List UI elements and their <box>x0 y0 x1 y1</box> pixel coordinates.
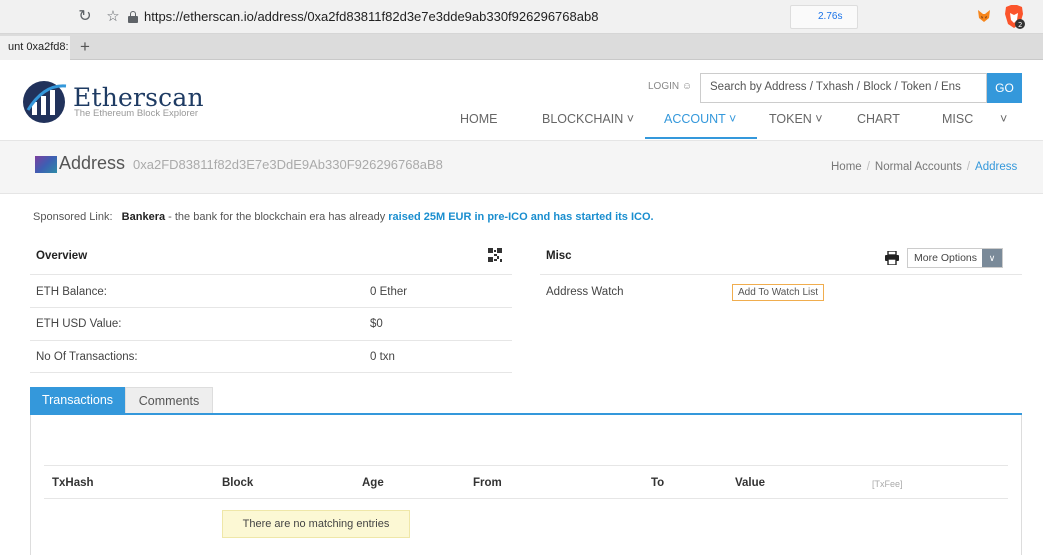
tx-count-label: No Of Transactions: <box>36 351 138 363</box>
brave-lion-icon[interactable]: 2 <box>1003 4 1025 30</box>
user-icon: ☺ <box>681 81 693 92</box>
more-options-dropdown[interactable]: More Options ∨ <box>907 248 1003 268</box>
overview-divider <box>30 274 512 275</box>
lock-icon <box>128 11 138 23</box>
row-divider <box>30 307 512 308</box>
page-title: Address <box>59 153 126 173</box>
nav-more-chevron[interactable]: ˅ <box>1000 112 1007 140</box>
nav-item-token[interactable]: TOKEN ˅ <box>769 112 823 140</box>
qr-code-icon[interactable] <box>488 248 502 262</box>
eth-balance-value: 0 Ether <box>370 286 408 298</box>
column-header-block: Block <box>222 477 254 489</box>
breadcrumb-normal-accounts[interactable]: Normal Accounts <box>875 161 962 173</box>
address-bar[interactable]: https://etherscan.io/address/0xa2fd83811… <box>144 9 598 24</box>
search-input[interactable]: Search by Address / Txhash / Block / Tok… <box>700 73 987 103</box>
column-header-value: Value <box>735 477 766 489</box>
add-to-watch-list-button[interactable]: Add To Watch List <box>732 284 824 301</box>
search-go-button[interactable]: GO <box>987 73 1022 103</box>
bookmark-star-icon[interactable]: ☆ <box>104 8 122 26</box>
print-icon[interactable] <box>885 251 899 265</box>
misc-heading: Misc <box>546 250 572 262</box>
metamask-fox-icon[interactable] <box>977 9 991 23</box>
column-header-age: Age <box>362 477 384 489</box>
column-header-txfee[interactable]: [TxFee] <box>872 479 903 489</box>
column-header-from: From <box>473 477 502 489</box>
nav-item-blockchain[interactable]: BLOCKCHAIN ˅ <box>542 112 634 140</box>
tx-count-value: 0 txn <box>370 351 395 363</box>
sponsored-brand[interactable]: Bankera <box>122 211 165 223</box>
misc-divider <box>540 274 1022 275</box>
address-watch-label: Address Watch <box>546 286 624 298</box>
column-header-to: To <box>651 477 665 489</box>
sponsored-prefix: Sponsored Link: <box>33 211 113 223</box>
sponsored-text: - the bank for the blockchain era has al… <box>165 211 389 223</box>
etherscan-logo[interactable]: Etherscan The Ethereum Block Explorer <box>22 80 222 128</box>
page-load-timing: 2.76s <box>818 11 843 22</box>
empty-table-message: There are no matching entries <box>222 510 410 538</box>
row-divider <box>30 340 512 341</box>
eth-balance-label: ETH Balance: <box>36 286 107 298</box>
nav-item-account[interactable]: ACCOUNT ˅ <box>664 112 736 140</box>
sponsored-link: Sponsored Link: Bankera - the bank for t… <box>33 211 654 223</box>
reload-icon[interactable]: ↻ <box>76 8 94 26</box>
address-identicon <box>35 156 57 173</box>
breadcrumb: Home / Normal Accounts / Address <box>831 161 1018 173</box>
breadcrumb-address: Address <box>975 161 1018 173</box>
row-divider <box>30 372 512 373</box>
tab-transactions[interactable]: Transactions <box>30 387 125 414</box>
table-header-border <box>44 498 1008 499</box>
tab-comments[interactable]: Comments <box>125 387 213 413</box>
login-link[interactable]: LOGIN ☺ <box>648 81 692 92</box>
nav-item-chart[interactable]: CHART <box>857 112 900 140</box>
sponsored-link-text[interactable]: raised 25M EUR in pre-ICO and has starte… <box>388 211 653 223</box>
table-top-border <box>44 465 1008 466</box>
browser-tab-strip: unt 0xa2fd8: + <box>0 34 1043 60</box>
nav-item-home[interactable]: HOME <box>460 112 498 140</box>
overview-heading: Overview <box>36 250 88 262</box>
new-tab-button[interactable]: + <box>80 37 90 57</box>
column-header-txhash: TxHash <box>52 477 94 489</box>
chevron-down-icon: ∨ <box>982 249 1002 267</box>
etherscan-logo-icon <box>23 81 67 123</box>
eth-usd-label: ETH USD Value: <box>36 318 122 330</box>
more-options-label: More Options <box>914 252 978 264</box>
breadcrumb-home[interactable]: Home <box>831 161 862 173</box>
browser-tab[interactable]: unt 0xa2fd8: <box>0 36 70 60</box>
nav-item-misc[interactable]: MISC <box>942 112 973 140</box>
login-label: LOGIN <box>648 81 680 92</box>
nav-active-indicator <box>645 137 757 139</box>
site-tagline: The Ethereum Block Explorer <box>74 108 199 119</box>
browser-toolbar: ↻ ☆ https://etherscan.io/address/0xa2fd8… <box>0 0 1043 34</box>
svg-text:2: 2 <box>1018 21 1022 29</box>
eth-usd-value: $0 <box>370 318 383 330</box>
address-hash: 0xa2FD83811f82d3E7e3DdE9Ab330F926296768a… <box>133 157 443 172</box>
